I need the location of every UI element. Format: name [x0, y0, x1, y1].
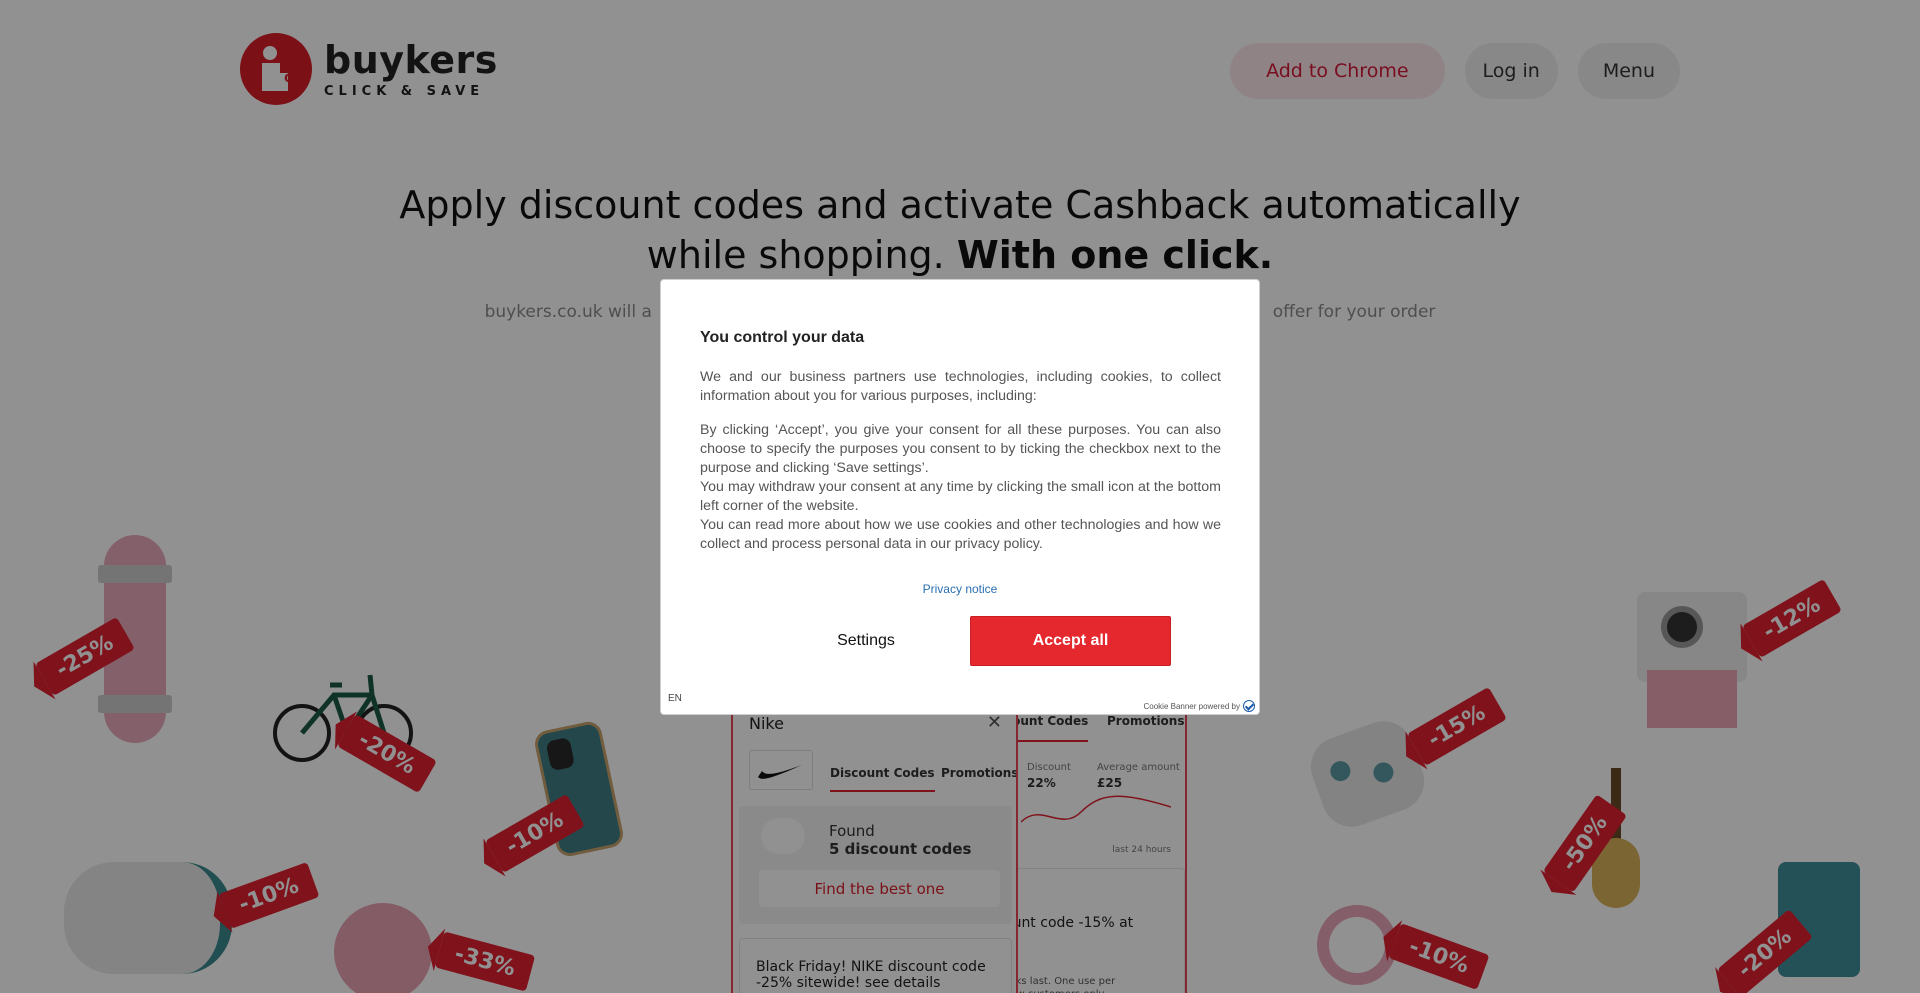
consent-paragraph: We and our business partners use technol…	[700, 369, 1221, 404]
settings-button[interactable]: Settings	[769, 616, 963, 666]
consent-paragraph: By clicking ‘Accept’, you give your cons…	[700, 422, 1221, 476]
dialog-title: You control your data	[700, 329, 865, 346]
cookie-consent-dialog: You control your data We and our busines…	[660, 279, 1260, 715]
cookie-banner-logo-icon	[1243, 700, 1255, 712]
consent-paragraph: You may withdraw your consent at any tim…	[700, 479, 1221, 514]
consent-paragraph: You can read more about how we use cooki…	[700, 517, 1221, 552]
language-selector[interactable]: EN	[668, 693, 682, 704]
powered-by-label: Cookie Banner powered by	[1143, 701, 1240, 711]
powered-by: Cookie Banner powered by	[1143, 700, 1255, 712]
accept-all-button[interactable]: Accept all	[970, 616, 1171, 666]
dialog-body: We and our business partners use technol…	[700, 368, 1221, 554]
privacy-notice-link[interactable]: Privacy notice	[661, 582, 1259, 596]
